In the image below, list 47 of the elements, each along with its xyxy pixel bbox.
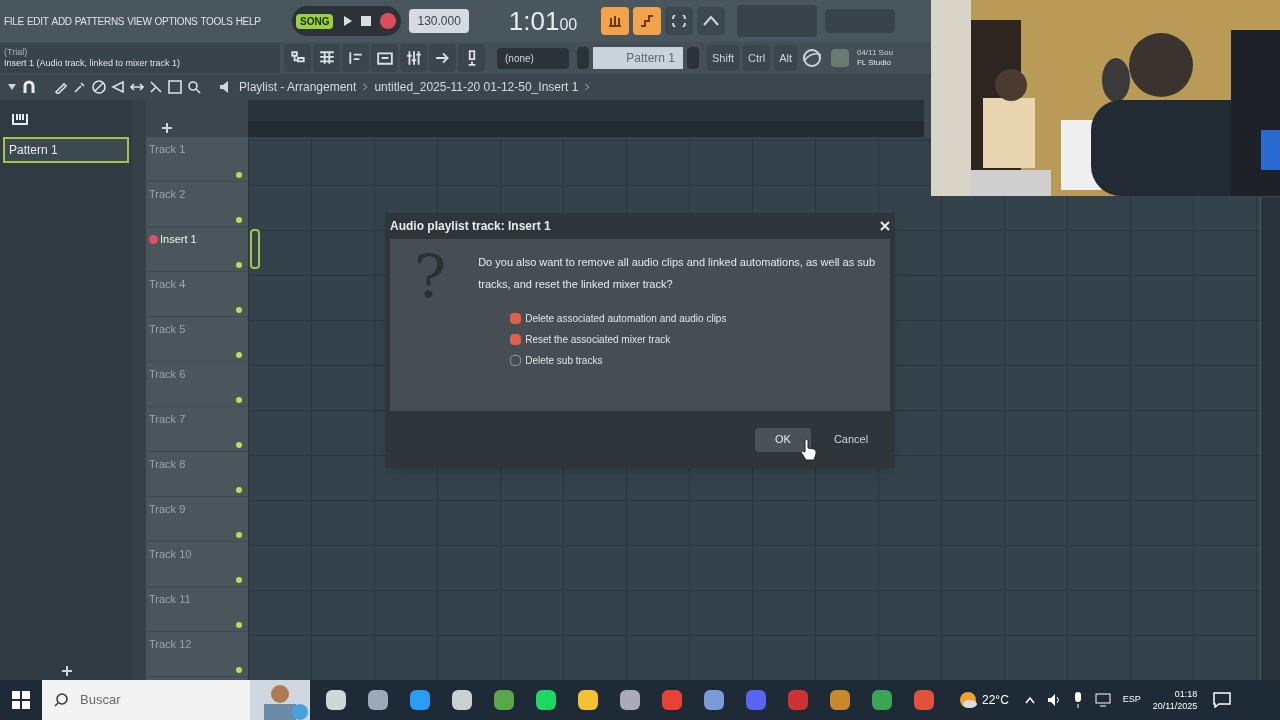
menu-item[interactable]: HELP — [235, 13, 261, 29]
search-field[interactable]: Buscar — [42, 680, 310, 720]
track-name[interactable]: Track 5 — [149, 321, 186, 338]
menu-item[interactable]: OPTIONS — [154, 13, 198, 29]
pattern-selector[interactable]: Pattern 1 — [593, 47, 683, 69]
song-mode-button[interactable]: SONG — [296, 13, 334, 29]
modifier-button[interactable]: Alt — [774, 45, 797, 71]
pattern-item[interactable]: Pattern 1 — [3, 137, 129, 163]
checkbox-label: Delete sub tracks — [525, 354, 603, 368]
menu-item[interactable]: TOOLS — [200, 13, 233, 29]
track-name[interactable]: Track 10 — [149, 546, 192, 563]
track-name[interactable]: Track 7 — [149, 411, 186, 428]
menu-item[interactable]: FILE — [4, 13, 24, 29]
question-mark-icon: ? — [414, 247, 447, 307]
dialog-title: Audio playlist track: Insert 1 — [390, 218, 551, 235]
track-name[interactable]: Insert 1 — [160, 231, 197, 248]
menu-item[interactable]: VIEW — [127, 13, 152, 29]
hint-text: Insert 1 (Audio track, linked to mixer track 1) — [4, 58, 182, 69]
menu-item[interactable]: PATTERNS — [74, 13, 125, 29]
track-name[interactable]: Track 12 — [149, 636, 192, 653]
dialog-message: Do you also want to remove all audio clips and linked automations, as well as sub tracks, and reset the linked mixer track? — [478, 255, 876, 292]
menu-item[interactable]: EDIT — [26, 13, 49, 29]
checkbox-label: Delete associated automation and audio clips — [525, 312, 727, 326]
track-name[interactable]: Track 1 — [149, 141, 186, 158]
tempo-display[interactable]: 130.000 — [409, 9, 469, 33]
song-time: 1:01 — [508, 4, 560, 38]
track-name[interactable]: Track 11 — [149, 591, 191, 608]
project-name: untitled_2025-11-20 01-12-50_Insert 1 — [374, 79, 579, 96]
dialog-button[interactable]: OK — [755, 427, 811, 452]
track-name[interactable]: Track 6 — [149, 366, 186, 383]
hint-trial-text: (Trial) — [4, 47, 29, 58]
track-name[interactable]: Track 4 — [149, 276, 186, 293]
weather-text[interactable]: 22°C — [982, 691, 1009, 709]
track-name[interactable]: Track 9 — [149, 501, 186, 518]
language-indicator[interactable]: ESP — [1122, 693, 1141, 707]
track-name[interactable]: Track 8 — [149, 456, 186, 473]
clock[interactable]: 01:18 20/11/2025 — [1152, 688, 1198, 712]
playlist-title: Playlist - Arrangement — [239, 79, 357, 96]
news-text: FL Studio — [856, 58, 892, 68]
modifier-button[interactable]: Ctrl — [743, 45, 771, 71]
channel-dropdown[interactable]: (none) — [497, 47, 569, 69]
modifier-button[interactable]: Shift — [707, 45, 739, 71]
track-name[interactable]: Track 2 — [149, 186, 186, 203]
checkbox-label: Reset the associated mixer track — [525, 333, 671, 347]
song-time-ticks: 00 — [559, 15, 578, 35]
news-text: 04/11 Sou — [856, 48, 893, 58]
menu-item[interactable]: ADD — [51, 13, 72, 29]
